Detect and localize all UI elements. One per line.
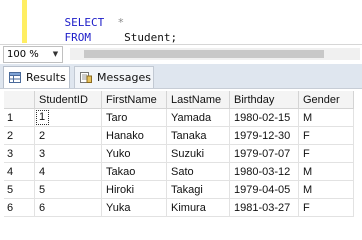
horizontal-scrollbar[interactable]: [70, 48, 360, 60]
code-line-2: FROM Student;: [38, 15, 178, 44]
query-editor[interactable]: SELECT * FROM Student;: [0, 0, 362, 44]
table-cell[interactable]: M: [298, 108, 354, 127]
table-cell[interactable]: Sato: [166, 162, 230, 181]
column-header[interactable]: FirstName: [101, 91, 167, 109]
table-cell[interactable]: Takagi: [166, 180, 230, 199]
table-cell[interactable]: M: [298, 162, 354, 181]
from-keyword: FROM: [64, 31, 92, 44]
code-line-1: SELECT *: [38, 0, 125, 29]
table-cell[interactable]: F: [298, 126, 354, 145]
table-cell[interactable]: 1980-03-12: [229, 162, 299, 181]
selected-cell-value: 1: [36, 110, 50, 125]
row-number[interactable]: 3: [4, 144, 35, 163]
table-cell[interactable]: F: [298, 144, 354, 163]
table-row[interactable]: 1 1 Taro Yamada 1980-02-15 M: [4, 108, 354, 127]
table-cell[interactable]: Tanaka: [166, 126, 230, 145]
changed-lines-marker: [22, 0, 27, 43]
table-cell[interactable]: 5: [34, 180, 102, 199]
table-name: Student;: [124, 31, 178, 44]
messages-icon: [80, 72, 92, 83]
table-row[interactable]: 4 4 Takao Sato 1980-03-12 M: [4, 162, 354, 181]
zoom-dropdown[interactable]: 100 % ▼: [3, 46, 63, 63]
table-cell[interactable]: 1979-12-30: [229, 126, 299, 145]
row-number[interactable]: 5: [4, 180, 35, 199]
header-row: StudentID FirstName LastName Birthday Ge…: [4, 91, 354, 109]
scrollbar-thumb[interactable]: [84, 50, 324, 58]
table-cell[interactable]: 1: [34, 108, 102, 127]
row-number[interactable]: 6: [4, 198, 35, 217]
results-table: StudentID FirstName LastName Birthday Ge…: [4, 91, 354, 217]
table-cell[interactable]: 3: [34, 144, 102, 163]
table-row[interactable]: 2 2 Hanako Tanaka 1979-12-30 F: [4, 126, 354, 145]
table-cell[interactable]: Yuka: [101, 198, 167, 217]
tab-results-label: Results: [26, 71, 66, 84]
column-header[interactable]: LastName: [166, 91, 230, 109]
table-cell[interactable]: Hanako: [101, 126, 167, 145]
row-number[interactable]: 1: [4, 108, 35, 127]
table-cell[interactable]: Takao: [101, 162, 167, 181]
table-cell[interactable]: Suzuki: [166, 144, 230, 163]
editor-gutter: [0, 0, 30, 43]
table-row[interactable]: 6 6 Yuka Kimura 1981-03-27 F: [4, 198, 354, 217]
table-cell[interactable]: Yamada: [166, 108, 230, 127]
tab-messages-label: Messages: [97, 71, 151, 84]
chevron-down-icon[interactable]: ▼: [50, 47, 61, 62]
row-number[interactable]: 2: [4, 126, 35, 145]
table-cell[interactable]: 1979-04-05: [229, 180, 299, 199]
table-cell[interactable]: Yuko: [101, 144, 167, 163]
tab-messages[interactable]: Messages: [74, 66, 154, 88]
table-cell[interactable]: 6: [34, 198, 102, 217]
table-cell[interactable]: 1980-02-15: [229, 108, 299, 127]
table-cell[interactable]: Hiroki: [101, 180, 167, 199]
zoom-value: 100 %: [7, 49, 39, 60]
column-header[interactable]: StudentID: [34, 91, 102, 109]
row-number[interactable]: 4: [4, 162, 35, 181]
table-cell[interactable]: Taro: [101, 108, 167, 127]
table-cell[interactable]: F: [298, 198, 354, 217]
table-cell[interactable]: 1979-07-07: [229, 144, 299, 163]
results-grid[interactable]: StudentID FirstName LastName Birthday Ge…: [0, 89, 362, 227]
table-cell[interactable]: 1981-03-27: [229, 198, 299, 217]
table-row[interactable]: 3 3 Yuko Suzuki 1979-07-07 F: [4, 144, 354, 163]
table-cell[interactable]: M: [298, 180, 354, 199]
table-row[interactable]: 5 5 Hiroki Takagi 1979-04-05 M: [4, 180, 354, 199]
grid-icon: [9, 72, 21, 83]
column-header[interactable]: Birthday: [229, 91, 299, 109]
rownum-header[interactable]: [4, 91, 35, 109]
table-cell[interactable]: 2: [34, 126, 102, 145]
tab-results[interactable]: Results: [3, 66, 70, 88]
results-tabbar: Results Messages: [0, 64, 362, 89]
zoom-bar: 100 % ▼: [0, 44, 362, 64]
table-cell[interactable]: Kimura: [166, 198, 230, 217]
table-cell[interactable]: 4: [34, 162, 102, 181]
column-header[interactable]: Gender: [298, 91, 354, 109]
